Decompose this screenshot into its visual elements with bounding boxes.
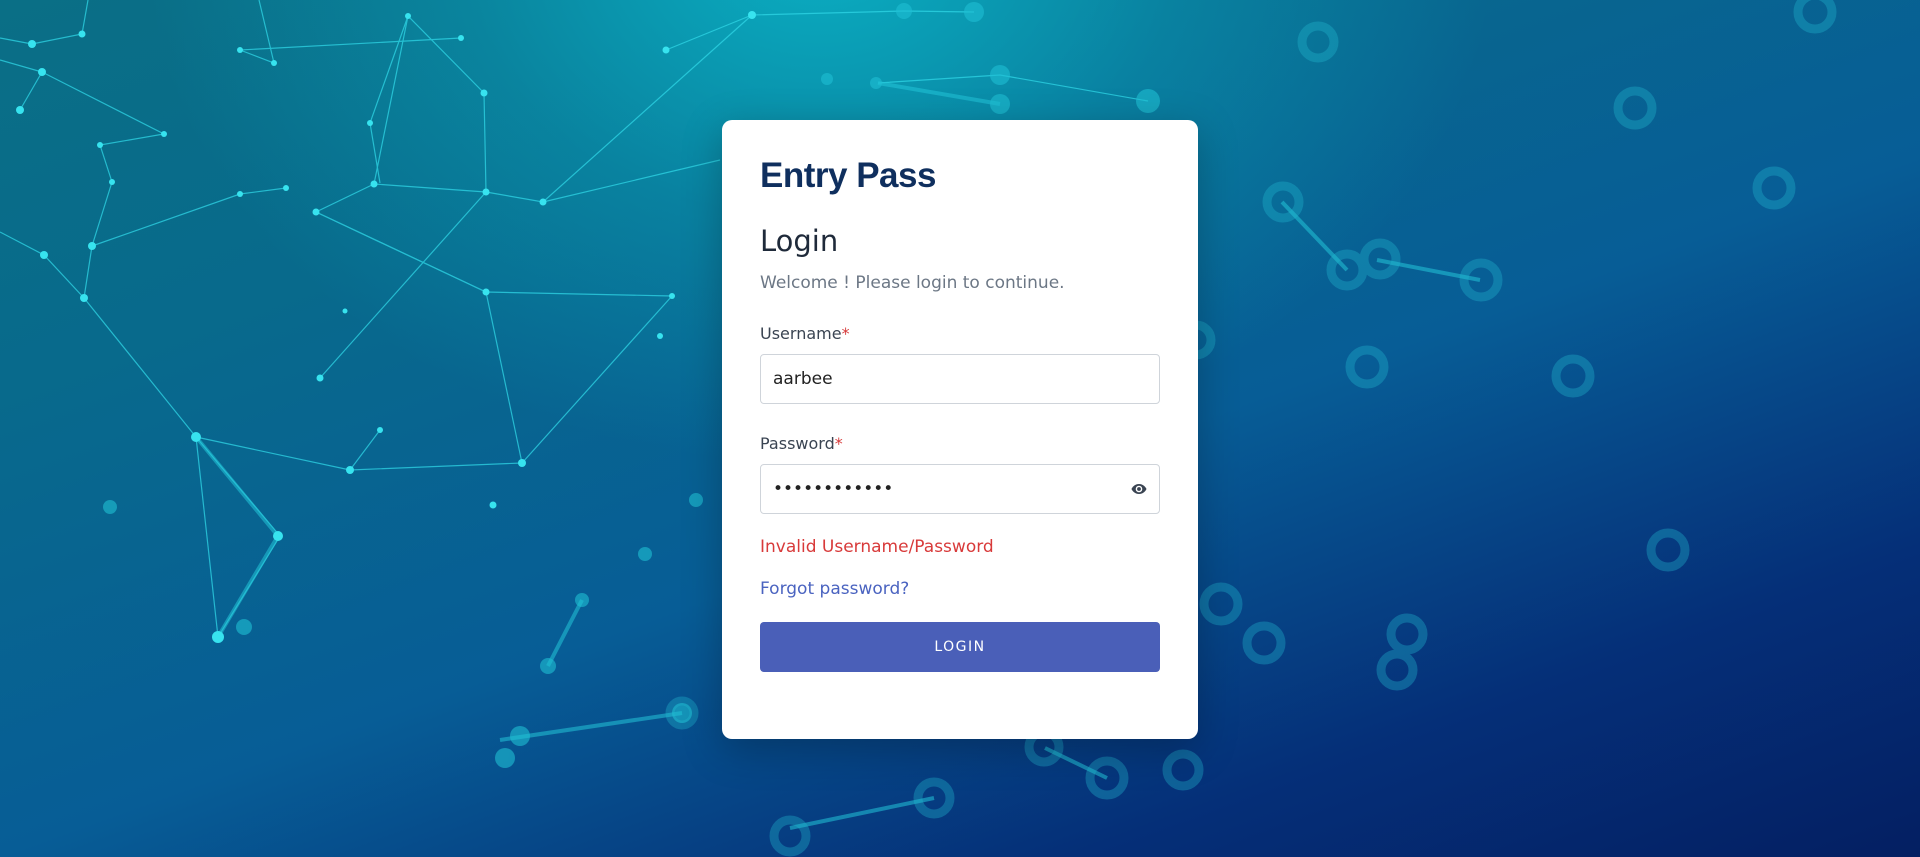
username-field-wrapper [760,354,1160,404]
password-field-wrapper [760,464,1160,514]
username-label-text: Username [760,324,842,343]
required-mark: * [834,434,843,453]
required-mark: * [841,324,850,343]
password-label: Password* [760,434,1160,454]
login-page: Entry Pass Login Welcome ! Please login … [0,0,1920,857]
eye-icon[interactable] [1131,482,1147,496]
login-card: Entry Pass Login Welcome ! Please login … [722,120,1198,739]
error-message: Invalid Username/Password [760,537,994,557]
password-label-text: Password [760,434,835,453]
login-button[interactable]: LOGIN [760,622,1160,672]
page-title: Login [760,224,839,258]
welcome-text: Welcome ! Please login to continue. [760,273,1065,293]
password-input[interactable] [761,465,1159,513]
forgot-password-link[interactable]: Forgot password? [760,578,909,600]
username-input[interactable] [761,355,1159,403]
username-label: Username* [760,324,1160,344]
brand-logo: Entry Pass [760,156,936,195]
